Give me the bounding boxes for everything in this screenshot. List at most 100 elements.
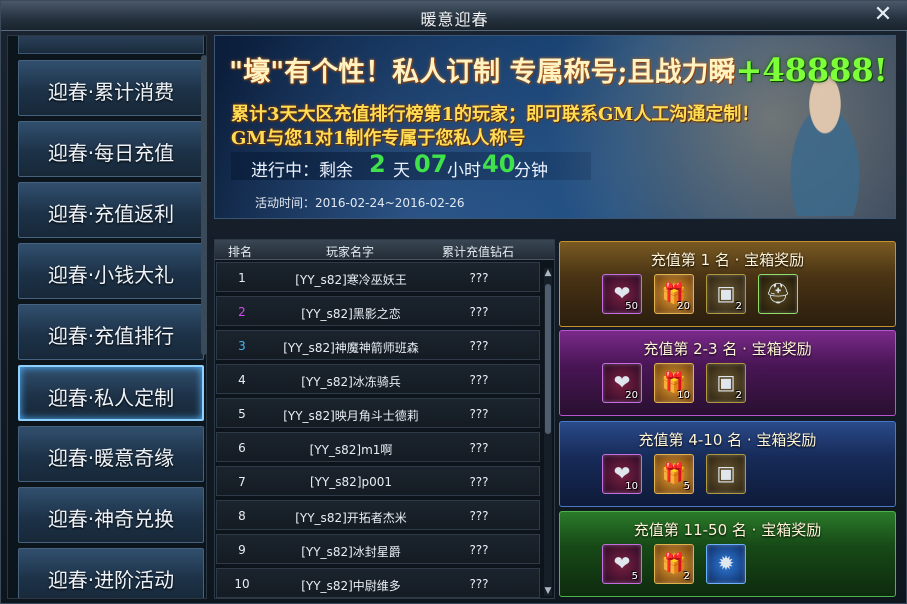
menu-item-daily-recharge[interactable]: 迎春·每日充值 (18, 121, 204, 177)
menu-item-cumulative-spend[interactable]: 迎春·累计消费 (18, 60, 204, 116)
reward-item[interactable]: ▣ 2 (706, 363, 746, 403)
reward-item[interactable]: 🎁 10 (654, 363, 694, 403)
countdown-days: 2 (369, 150, 386, 178)
menu-item-label: 迎春·私人定制 (47, 386, 175, 410)
event-window: 暖意迎春 ✕ 迎春·累计消费 迎春·每日充值 迎春·充值返利 迎春·小钱大礼 迎… (0, 0, 907, 604)
menu-item-label: 迎春·进阶活动 (47, 568, 175, 592)
countdown-minutes: 40 (482, 150, 516, 178)
menu-item-label: 迎春·每日充值 (47, 141, 175, 165)
countdown-hours-unit: 小时 (447, 161, 481, 181)
reward-item[interactable]: 🎁 20 (654, 274, 694, 314)
power-bonus: +48888! (735, 51, 888, 89)
item-count: 10 (677, 390, 690, 401)
reward-item[interactable]: ❤ 50 (602, 274, 642, 314)
banner-description-line2: GM与您1对1制作专属于您私人称号 (231, 128, 526, 149)
item-count: 50 (625, 301, 638, 312)
rank-cell: 4 (238, 373, 246, 387)
menu-item-label: 迎春·神奇兑换 (47, 507, 175, 531)
diamonds-cell: ??? (469, 441, 489, 455)
player-name-cell: [YY_s82]冰冻骑兵 (301, 375, 401, 389)
reward-item[interactable]: ▣ 2 (706, 274, 746, 314)
header-diamonds: 累计充值钻石 (441, 245, 514, 259)
table-row[interactable]: 5 [YY_s82]映月角斗士德莉??? (216, 398, 540, 428)
player-name-cell: [YY_s82]开拓者杰米 (295, 511, 407, 525)
reward-panel-title: 充值第 11-50 名 · 宝箱奖励 (633, 521, 822, 539)
player-name-cell: [YY_s82]m1啊 (309, 443, 393, 457)
reward-panel-purple: 充值第 2-3 名 · 宝箱奖励 ❤ 20 🎁 10 ▣ 2 (559, 330, 896, 416)
countdown-prefix: 进行中：剩余 (251, 161, 353, 181)
item-count: 5 (683, 481, 690, 492)
menu-item-partial[interactable] (18, 36, 204, 54)
player-name-cell: [YY_s82]冰封星爵 (301, 545, 401, 559)
table-row[interactable]: 1 [YY_s82]寒冷巫妖王??? (216, 262, 540, 292)
countdown: 进行中：剩余 2 天 07 小时 40 分钟 (231, 150, 591, 181)
event-banner: "壕"有个性！私人订制 专属称号;且战力瞬+48888! 累计3天大区充值排行榜… (214, 35, 896, 219)
diamonds-cell: ??? (469, 407, 489, 421)
item-count: 5 (631, 571, 638, 582)
countdown-days-unit: 天 (393, 161, 410, 181)
menu-item-label: 迎春·充值排行 (47, 324, 175, 348)
reward-panel-title: 充值第 1 名 · 宝箱奖励 (650, 251, 805, 269)
rank-cell: 2 (238, 305, 246, 319)
reward-panel-green: 充值第 11-50 名 · 宝箱奖励 ❤ 5 🎁 2 ✹ (559, 511, 896, 597)
table-row[interactable]: 2 [YY_s82]黑影之恋??? (216, 296, 540, 326)
diamonds-cell: ??? (469, 305, 489, 319)
menu-item-advance-event[interactable]: 迎春·进阶活动 (18, 548, 204, 598)
player-name-cell: [YY_s82]神魔神箭师班森 (283, 341, 419, 355)
table-scrollbar[interactable]: ▲ ▼ (544, 268, 552, 596)
table-row[interactable]: 10 [YY_s82]中尉维多??? (216, 568, 540, 598)
scroll-up-icon[interactable]: ▲ (543, 268, 553, 278)
diamonds-cell: ??? (469, 577, 489, 591)
table-row[interactable]: 7 [YY_s82]p001??? (216, 466, 540, 496)
countdown-hours: 07 (414, 150, 448, 178)
ranking-table: 排名 玩家名字 累计充值钻石 1 [YY_s82]寒冷巫妖王??? 2 [YY_s82… (214, 239, 555, 599)
reward-panel-title: 充值第 4-10 名 · 宝箱奖励 (638, 431, 817, 449)
player-name-cell: [YY_s82]中尉维多 (301, 579, 401, 593)
reward-item[interactable]: 🎁 2 (654, 544, 694, 584)
menu-item-recharge-ranking[interactable]: 迎春·充值排行 (18, 304, 204, 360)
gem-icon: ✹ (717, 551, 735, 575)
item-count: 20 (625, 390, 638, 401)
menu-item-warm-encounter[interactable]: 迎春·暖意奇缘 (18, 426, 204, 482)
player-name-cell: [YY_s82]p001 (309, 475, 393, 489)
player-name-cell: [YY_s82]寒冷巫妖王 (295, 273, 407, 287)
scroll-thumb[interactable] (545, 284, 551, 434)
diamonds-cell: ??? (469, 543, 489, 557)
reward-item[interactable]: ▣ (706, 454, 746, 494)
table-row[interactable]: 8 [YY_s82]开拓者杰米??? (216, 500, 540, 530)
diamonds-cell: ??? (469, 509, 489, 523)
menu-item-private-custom[interactable]: 迎春·私人定制 (18, 365, 204, 421)
menu-item-label: 迎春·累计消费 (47, 80, 175, 104)
rank-cell: 3 (238, 339, 246, 353)
menu-item-label: 迎春·暖意奇缘 (47, 446, 175, 470)
menu-item-label: 迎春·充值返利 (47, 202, 175, 226)
reward-panel-title: 充值第 2-3 名 · 宝箱奖励 (643, 340, 812, 358)
item-count: 2 (735, 390, 742, 401)
reward-item[interactable]: ❤ 20 (602, 363, 642, 403)
reward-item[interactable]: ✹ (706, 544, 746, 584)
diamonds-cell: ??? (469, 475, 489, 489)
menu-item-small-money-big-gift[interactable]: 迎春·小钱大礼 (18, 243, 204, 299)
menu-scrollbar[interactable] (201, 55, 207, 355)
title-bar: 暖意迎春 ✕ (1, 1, 907, 31)
reward-item[interactable]: ❤ 10 (602, 454, 642, 494)
player-name-cell: [YY_s82]黑影之恋 (301, 307, 401, 321)
menu-item-recharge-rebate[interactable]: 迎春·充值返利 (18, 182, 204, 238)
menu-item-magic-exchange[interactable]: 迎春·神奇兑换 (18, 487, 204, 543)
table-row[interactable]: 4 [YY_s82]冰冻骑兵??? (216, 364, 540, 394)
diamonds-cell: ??? (469, 373, 489, 387)
table-row[interactable]: 6 [YY_s82]m1啊??? (216, 432, 540, 462)
rank-cell: 1 (238, 271, 246, 285)
rank-cell: 8 (238, 509, 246, 523)
reward-panel-blue: 充值第 4-10 名 · 宝箱奖励 ❤ 10 🎁 5 ▣ (559, 421, 896, 507)
reward-item[interactable]: 🎁 5 (654, 454, 694, 494)
scroll-down-icon[interactable]: ▼ (543, 586, 553, 596)
reward-item[interactable]: ❤ 5 (602, 544, 642, 584)
table-row[interactable]: 9 [YY_s82]冰封星爵??? (216, 534, 540, 564)
event-period: 活动时间：2016-02-24~2016-02-26 (255, 196, 465, 210)
table-row[interactable]: 3 [YY_s82]神魔神箭师班森??? (216, 330, 540, 360)
header-rank: 排名 (227, 245, 252, 259)
item-count: 2 (735, 301, 742, 312)
close-icon[interactable]: ✕ (872, 4, 894, 26)
reward-item[interactable]: ⛑ (758, 274, 798, 314)
